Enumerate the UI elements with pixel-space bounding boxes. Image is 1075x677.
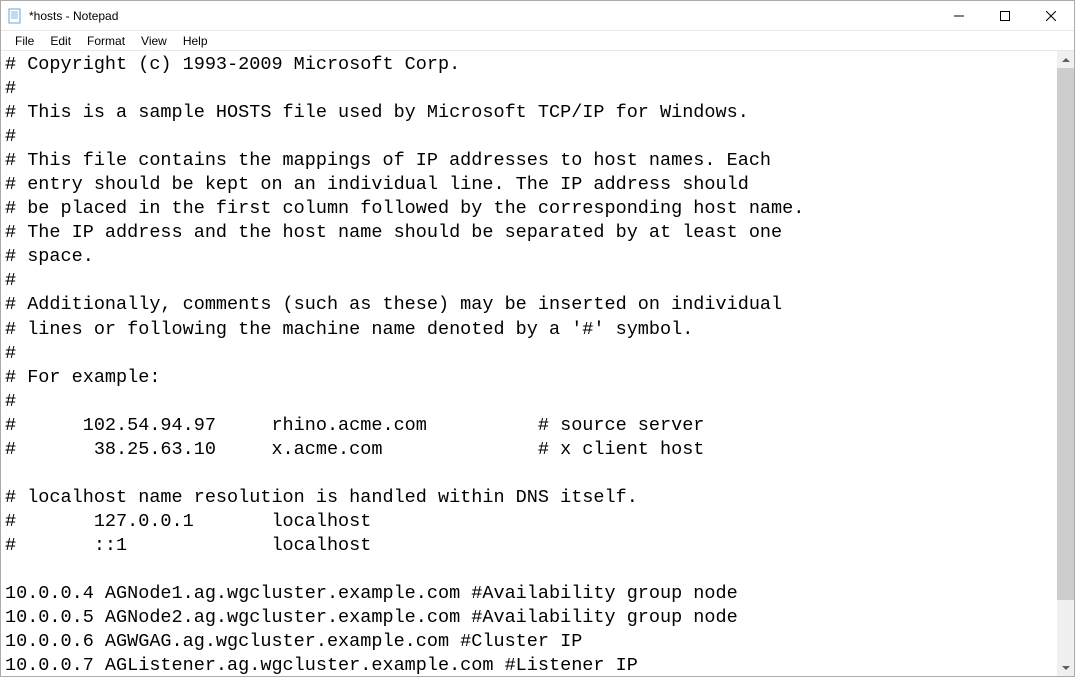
menu-file[interactable]: File [7, 32, 42, 50]
chevron-down-icon [1062, 666, 1070, 670]
notepad-icon [7, 8, 23, 24]
menu-format[interactable]: Format [79, 32, 133, 50]
titlebar: *hosts - Notepad [1, 1, 1074, 31]
menu-edit[interactable]: Edit [42, 32, 79, 50]
scroll-track[interactable] [1057, 68, 1074, 659]
chevron-up-icon [1062, 58, 1070, 62]
titlebar-left: *hosts - Notepad [1, 8, 118, 24]
scroll-down-button[interactable] [1057, 659, 1074, 676]
window-controls [936, 1, 1074, 30]
scroll-up-button[interactable] [1057, 51, 1074, 68]
minimize-icon [954, 11, 964, 21]
menu-help[interactable]: Help [175, 32, 216, 50]
maximize-icon [1000, 11, 1010, 21]
close-button[interactable] [1028, 1, 1074, 30]
menu-view[interactable]: View [133, 32, 175, 50]
close-icon [1046, 11, 1056, 21]
window-title: *hosts - Notepad [29, 9, 118, 23]
scroll-thumb[interactable] [1057, 68, 1074, 600]
minimize-button[interactable] [936, 1, 982, 30]
text-editor[interactable]: # Copyright (c) 1993-2009 Microsoft Corp… [1, 51, 1057, 676]
maximize-button[interactable] [982, 1, 1028, 30]
editor-container: # Copyright (c) 1993-2009 Microsoft Corp… [1, 51, 1074, 676]
menubar: File Edit Format View Help [1, 31, 1074, 51]
vertical-scrollbar[interactable] [1057, 51, 1074, 676]
